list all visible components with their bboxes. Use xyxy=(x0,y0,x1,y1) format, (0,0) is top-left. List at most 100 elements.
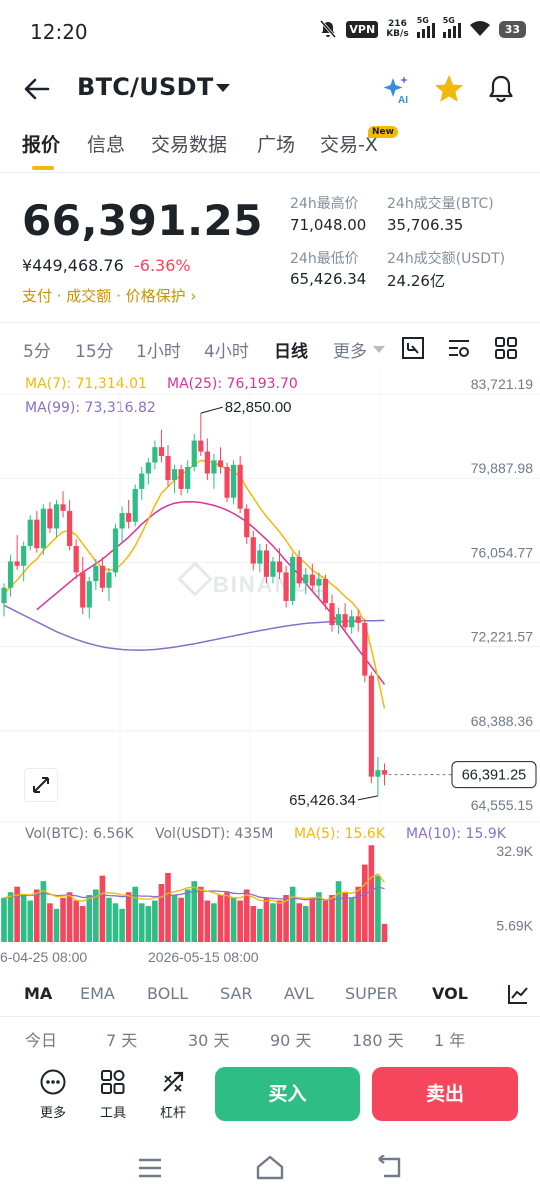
chart-settings-icon[interactable] xyxy=(446,335,472,361)
sim2-label: 5G xyxy=(442,16,455,25)
volume-bar xyxy=(230,897,237,942)
battery-icon: 33 xyxy=(498,20,526,38)
candle xyxy=(185,466,191,489)
volume-bar xyxy=(53,908,60,942)
candle xyxy=(355,616,361,623)
back-arrow-icon[interactable] xyxy=(22,74,52,104)
candle xyxy=(132,488,138,522)
grid-layout-icon[interactable] xyxy=(493,335,519,361)
stat-vol-btc-label: 24h成交量(BTC) xyxy=(387,196,494,212)
back-nav-icon[interactable] xyxy=(376,1155,404,1179)
leverage-button[interactable]: 杠杆 xyxy=(151,1068,195,1121)
volume-bar xyxy=(257,908,263,942)
more-button[interactable]: 更多 xyxy=(31,1068,75,1121)
vpn-icon: VPN xyxy=(346,20,379,38)
volume-bar xyxy=(184,889,191,942)
high-marker-line xyxy=(200,406,223,414)
tab-square[interactable]: 广场 xyxy=(257,130,295,157)
perf-180d[interactable]: 180 天 xyxy=(352,1027,404,1051)
vol-btc-legend: Vol(BTC): 6.56K xyxy=(25,826,134,842)
volume-bar xyxy=(145,906,152,942)
buy-button[interactable]: 买入 xyxy=(215,1067,360,1121)
interval-5m[interactable]: 5分 xyxy=(23,337,51,362)
pair-title[interactable]: BTC/USDT xyxy=(77,73,214,101)
kline-chart[interactable]: MA(7): 71,314.01 MA(25): 76,193.70 MA(99… xyxy=(0,370,540,970)
interval-1d[interactable]: 日线 xyxy=(274,337,308,362)
indicator-ema[interactable]: EMA xyxy=(80,984,115,1003)
interval-more[interactable]: 更多 xyxy=(333,337,367,362)
price-links[interactable]: 支付 · 成交额 · 价格保护 › xyxy=(22,285,196,306)
low-marker-line xyxy=(357,795,379,801)
tools-button[interactable]: 工具 xyxy=(91,1068,135,1121)
perf-7d[interactable]: 7 天 xyxy=(106,1027,137,1051)
volume-bar xyxy=(355,886,362,942)
indicator-avl[interactable]: AVL xyxy=(284,984,314,1003)
tab-quote[interactable]: 报价 xyxy=(22,130,60,157)
volume-bar xyxy=(47,903,53,942)
stat-vol-usdt-label: 24h成交额(USDT) xyxy=(387,251,506,267)
candle xyxy=(21,546,27,566)
tab-info[interactable]: 信息 xyxy=(87,130,125,157)
perf-1y[interactable]: 1 年 xyxy=(434,1027,465,1051)
active-tab-indicator xyxy=(32,166,54,170)
bell-icon[interactable] xyxy=(484,72,518,106)
chart-type-icon[interactable] xyxy=(400,335,426,361)
candle xyxy=(7,561,14,588)
indicator-super[interactable]: SUPER xyxy=(345,984,398,1003)
interval-1h[interactable]: 1小时 xyxy=(136,337,181,362)
perf-today[interactable]: 今日 xyxy=(25,1027,57,1051)
header: BTC/USDT AI xyxy=(0,62,540,116)
indicator-sar[interactable]: SAR xyxy=(220,984,253,1003)
candle xyxy=(296,557,302,584)
candle xyxy=(119,513,125,529)
indicator-boll[interactable]: BOLL xyxy=(147,984,188,1003)
volume-bar xyxy=(296,903,302,942)
interval-4h[interactable]: 4小时 xyxy=(204,337,249,362)
volume-bar xyxy=(243,889,250,942)
candle xyxy=(349,616,355,628)
perf-90d[interactable]: 90 天 xyxy=(270,1027,311,1051)
indicator-divider xyxy=(0,1016,540,1017)
ma99-line xyxy=(3,604,385,651)
candle xyxy=(204,451,210,474)
volume-bar xyxy=(217,895,224,942)
interval-15m[interactable]: 15分 xyxy=(75,337,114,362)
menu-lines-icon[interactable] xyxy=(137,1157,163,1179)
volume-bar xyxy=(322,900,329,942)
indicator-ma[interactable]: MA xyxy=(24,984,52,1003)
chart-canvas[interactable]: BINANCE 83,721.1979,887.9876,054.7772,22… xyxy=(0,370,540,970)
volume-bar xyxy=(66,892,73,942)
vol-ma10-legend: MA(10): 15.9K xyxy=(406,826,506,842)
volume-bar xyxy=(152,900,158,942)
perf-30d[interactable]: 30 天 xyxy=(188,1027,229,1051)
ai-sparkle-icon[interactable]: AI xyxy=(380,72,414,106)
chevron-down-icon[interactable] xyxy=(373,346,385,354)
y-tick-label: 64,555.15 xyxy=(471,797,533,813)
candle xyxy=(112,528,119,573)
candle xyxy=(329,603,335,626)
candle xyxy=(34,519,40,549)
net-speed: 216 KB/s xyxy=(386,19,408,39)
sell-button[interactable]: 卖出 xyxy=(372,1067,518,1121)
indicator-vol[interactable]: VOL xyxy=(432,984,468,1003)
volume-bar xyxy=(79,906,86,942)
fullscreen-button[interactable] xyxy=(24,768,58,802)
expand-icon xyxy=(33,777,49,793)
volume-bar xyxy=(27,900,34,942)
tab-trading-data[interactable]: 交易数据 xyxy=(151,130,227,157)
candle xyxy=(316,578,322,586)
volume-bar xyxy=(165,872,171,942)
vol-y-tick-label: 5.69K xyxy=(496,917,533,933)
candle xyxy=(60,504,66,511)
dropdown-caret-icon[interactable] xyxy=(216,84,230,92)
status-icons: VPN 216 KB/s 5G 5G 33 xyxy=(318,16,526,39)
star-icon[interactable] xyxy=(432,72,466,106)
indicator-tabs: MA EMA BOLL SAR AVL SUPER VOL xyxy=(0,975,540,1015)
home-icon[interactable] xyxy=(255,1154,285,1180)
candle xyxy=(244,508,250,538)
candle xyxy=(342,614,348,628)
bottom-action-bar: 更多 工具 杠杆 买入 卖出 xyxy=(0,1060,540,1132)
indicator-settings-icon[interactable] xyxy=(506,982,530,1006)
candle xyxy=(27,519,33,547)
vol-ma5-legend: MA(5): 15.6K xyxy=(294,826,386,842)
